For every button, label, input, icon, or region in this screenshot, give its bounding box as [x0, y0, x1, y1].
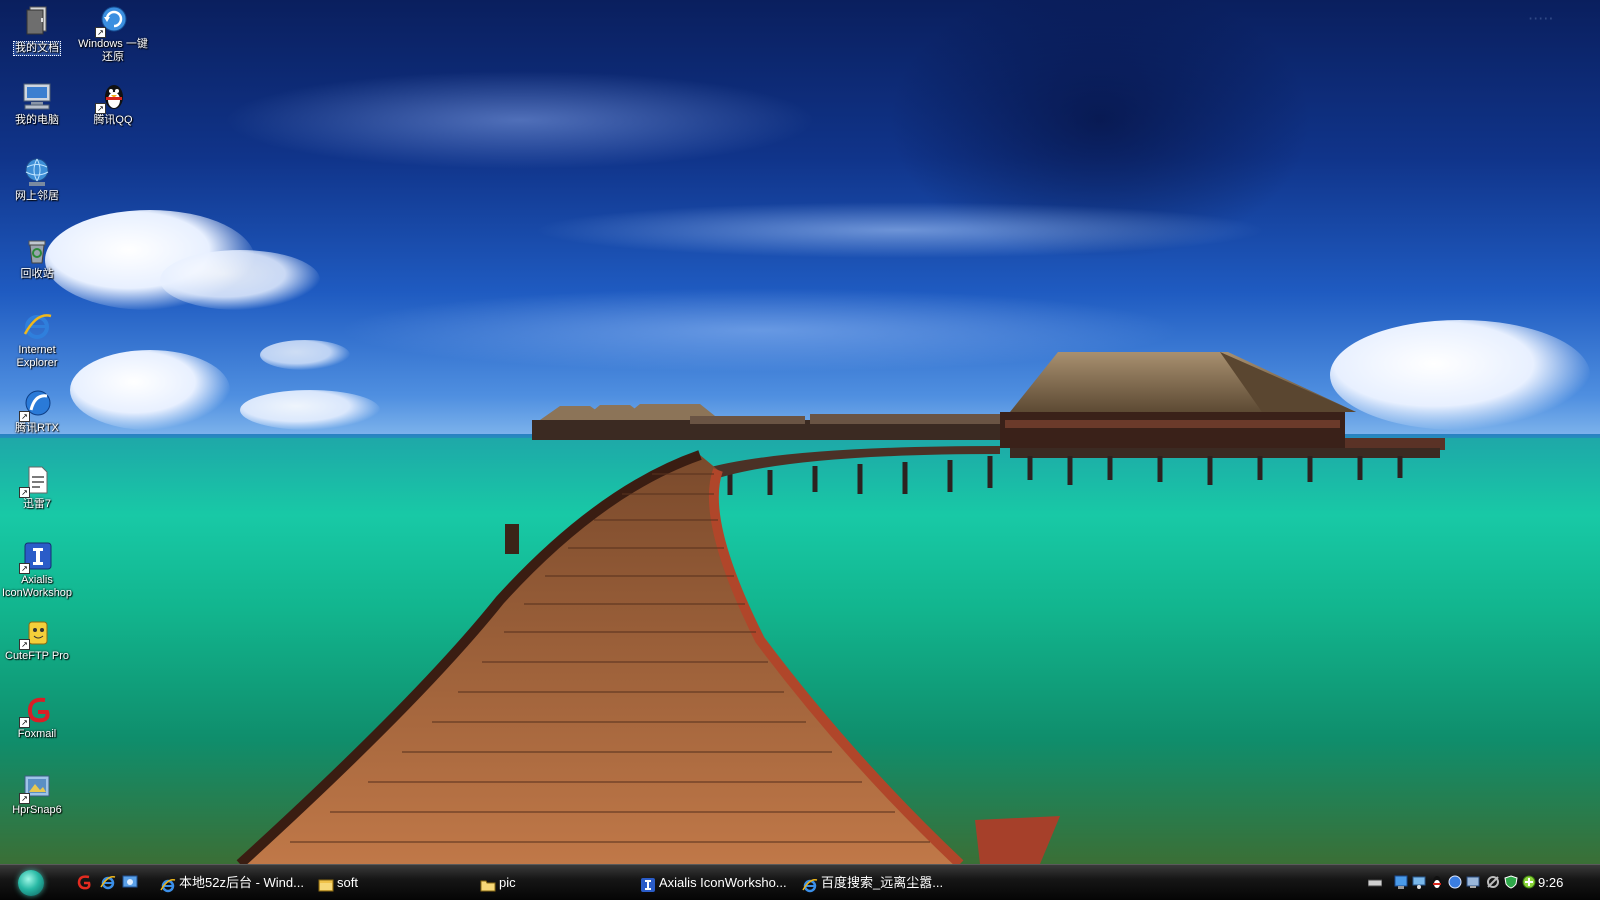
desktop-icon-cuteftp-pro[interactable]: ↗ CuteFTP Pro	[0, 616, 74, 663]
recycle-bin-icon	[21, 234, 53, 266]
quick-launch-show-desktop[interactable]	[122, 874, 138, 890]
quick-launch-internet-explorer[interactable]	[100, 874, 116, 890]
axialis-icon	[640, 875, 656, 892]
hypersnap-icon: ↗	[19, 770, 53, 804]
boardwalk	[240, 455, 960, 864]
folder-documents-icon	[21, 4, 53, 36]
rtx-icon: ↗	[19, 388, 53, 422]
keyboard-icon	[1367, 879, 1383, 887]
tray-shield[interactable]	[1504, 875, 1518, 889]
desktop-icon-internet-explorer[interactable]: Internet Explorer	[0, 310, 74, 370]
taskbar-button-folder-pic[interactable]: pic	[476, 869, 628, 897]
shortcut-arrow-icon: ↗	[95, 27, 106, 38]
wallpaper-pier-scene: ·····	[236, 9, 1553, 864]
system-clock[interactable]: 9:26	[1538, 865, 1563, 900]
desktop-icon-axialis-iconworkshop[interactable]: ↗ Axialis IconWorkshop	[0, 540, 74, 600]
taskbar-button-folder-soft[interactable]: soft	[314, 869, 466, 897]
tray-status[interactable]	[1522, 875, 1536, 889]
desktop-icon-hypersnap6[interactable]: ↗ HprSnap6	[0, 770, 74, 817]
desktop-icon-tencent-qq[interactable]: ↗ 腾讯QQ	[76, 80, 150, 127]
shortcut-arrow-icon: ↗	[95, 103, 106, 114]
taskbar-button-baidu-search[interactable]: 百度搜索_远离尘嚣...	[798, 869, 952, 897]
tray-network-connection[interactable]	[1486, 875, 1500, 889]
overwater-bungalow	[1000, 352, 1445, 458]
internet-explorer-icon	[100, 875, 116, 890]
shortcut-arrow-icon: ↗	[19, 639, 30, 650]
tray-globe[interactable]	[1448, 875, 1462, 889]
qq-icon	[1433, 876, 1441, 888]
folder-icon	[480, 875, 496, 892]
desktop[interactable]: ····· 我的文档 我的电脑 网上邻居 回收站 Internet Explor…	[0, 0, 1600, 900]
cuteftp-icon: ↗	[19, 616, 53, 650]
distant-huts	[532, 404, 1002, 440]
start-button[interactable]	[18, 870, 44, 896]
network-icon	[1394, 875, 1408, 889]
taskbar-button-label: pic	[499, 875, 516, 890]
taskbar-button-label: Axialis IconWorksho...	[659, 875, 787, 890]
desktop-icon-foxmail[interactable]: ↗ Foxmail	[0, 694, 74, 741]
computer-icon	[21, 80, 53, 112]
tray-volume[interactable]	[1466, 875, 1480, 889]
foxmail-icon: ↗	[19, 694, 53, 728]
tray-network[interactable]	[1394, 875, 1408, 889]
volume-icon	[1466, 876, 1480, 888]
tray-keyboard[interactable]	[1367, 875, 1383, 889]
shortcut-arrow-icon: ↗	[19, 563, 30, 574]
taskbar-button-label: soft	[337, 875, 358, 890]
quick-launch-red-swirl[interactable]	[76, 874, 92, 890]
globe-icon	[1448, 875, 1462, 889]
green-status-icon	[1522, 875, 1536, 889]
internet-explorer-icon	[21, 310, 53, 342]
desktop-icon-my-documents[interactable]: 我的文档	[0, 4, 74, 56]
thunder-document-icon: ↗	[19, 464, 53, 498]
pier-stilts	[727, 456, 1403, 495]
internet-explorer-icon	[160, 875, 176, 892]
network-globe-icon	[21, 156, 53, 188]
restore-icon: ↗	[95, 4, 129, 38]
desktop-icon-recycle-bin[interactable]: 回收站	[0, 234, 74, 281]
desktop-icon-network-places[interactable]: 网上邻居	[0, 156, 74, 203]
show-desktop-icon	[122, 875, 138, 888]
taskbar: 本地52z后台 - Wind... soft pic Axialis IconW…	[0, 864, 1600, 900]
taskbar-button-label: 百度搜索_远离尘嚣...	[821, 875, 944, 890]
tray-qq[interactable]	[1430, 875, 1444, 889]
monitor-icon	[1412, 876, 1426, 889]
shortcut-arrow-icon: ↗	[19, 411, 30, 422]
red-swirl-icon	[77, 875, 91, 890]
taskbar-button-label: 本地52z后台 - Wind...	[179, 875, 304, 890]
shortcut-arrow-icon: ↗	[19, 487, 30, 498]
taskbar-button-ie-window[interactable]: 本地52z后台 - Wind...	[156, 869, 308, 897]
tray-monitor[interactable]	[1412, 875, 1426, 889]
desktop-icon-windows-restore[interactable]: ↗ Windows 一键还原	[76, 4, 150, 64]
shield-icon	[1504, 875, 1518, 889]
taskbar-button-axialis[interactable]: Axialis IconWorksho...	[636, 869, 788, 897]
axialis-icon: ↗	[19, 540, 53, 574]
internet-explorer-icon	[802, 875, 818, 892]
desktop-icon-thunder7[interactable]: ↗ 迅雷7	[0, 464, 74, 511]
network-connection-icon	[1487, 876, 1499, 888]
qq-penguin-icon: ↗	[95, 80, 129, 114]
svg-text:·····: ·····	[1528, 9, 1553, 28]
folder-icon	[318, 875, 334, 892]
desktop-icon-tencent-rtx[interactable]: ↗ 腾讯RTX	[0, 388, 74, 435]
shortcut-arrow-icon: ↗	[19, 717, 30, 728]
desktop-icon-my-computer[interactable]: 我的电脑	[0, 80, 74, 127]
shortcut-arrow-icon: ↗	[19, 793, 30, 804]
